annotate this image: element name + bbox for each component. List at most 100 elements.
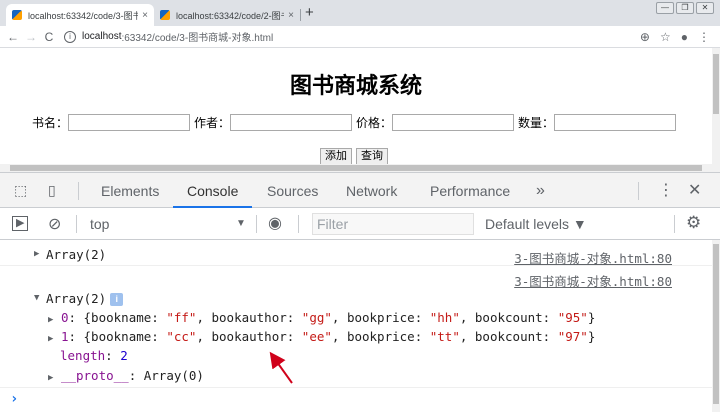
form-buttons: 添加 查询 — [320, 148, 388, 165]
scroll-thumb[interactable] — [713, 54, 719, 114]
expand-triangle-icon[interactable]: ▶ — [34, 249, 39, 259]
bookprice-input[interactable] — [392, 114, 514, 131]
item-index: 1 — [60, 329, 69, 344]
console-output: ▶ Array(2) 3-图书商城-对象.html:80 3-图书商城-对象.h… — [0, 240, 712, 412]
browser-toolbar: ← → C i localhost:63342/code/3-图书商城-对象.h… — [0, 26, 720, 48]
page-title: 图书商城系统 — [289, 74, 422, 99]
favicon-icon — [160, 10, 170, 20]
forward-button[interactable]: → — [22, 30, 40, 44]
bookauthor-label: 作者： — [194, 116, 231, 130]
bookcount-value: "95" — [557, 310, 588, 325]
collapse-triangle-icon[interactable]: ▼ — [34, 293, 39, 303]
context-selector[interactable]: top — [90, 208, 109, 240]
console-vertical-scrollbar[interactable] — [712, 240, 720, 412]
query-button[interactable]: 查询 — [356, 148, 388, 165]
address-bar[interactable]: i localhost:63342/code/3-图书商城-对象.html — [64, 27, 640, 47]
inspect-element-icon[interactable]: ⬚ — [14, 182, 27, 199]
devtools-tabbar: ⬚ ▯ Elements Console Sources Network Per… — [0, 172, 720, 208]
tab-title: localhost:63342/code/3-图书商 — [28, 10, 139, 21]
back-button[interactable]: ← — [4, 30, 22, 44]
expand-triangle-icon[interactable]: ▶ — [48, 373, 53, 383]
bookmark-star-icon[interactable]: ☆ — [660, 30, 671, 44]
browser-menu-icon[interactable]: ⋮ — [698, 30, 710, 44]
bookname-input[interactable] — [68, 114, 190, 131]
bookname-value: "cc" — [166, 329, 197, 344]
console-message: 3-图书商城-对象.html:80 — [0, 267, 712, 289]
bookname-label: 书名： — [32, 116, 69, 130]
page-vertical-scrollbar[interactable] — [712, 48, 720, 164]
bookcount-input[interactable] — [554, 114, 676, 131]
array-item[interactable]: ▶ 0: {bookname: "ff", bookauthor: "gg", … — [48, 310, 595, 325]
scroll-thumb[interactable] — [10, 165, 702, 171]
browser-tab-active[interactable]: localhost:63342/code/3-图书商 × — [6, 4, 154, 26]
devtools-menu-icon[interactable]: ⋮ — [658, 180, 674, 200]
add-button[interactable]: 添加 — [320, 148, 352, 165]
tab-sources[interactable]: Sources — [267, 173, 318, 208]
length-property: length: 2 — [60, 348, 128, 363]
page-viewport: 图书商城系统 书名： 作者： 价格： 数量： 添加 查询 — [0, 48, 712, 165]
tab-elements[interactable]: Elements — [101, 173, 159, 208]
reload-button[interactable]: C — [40, 30, 58, 44]
maximize-button[interactable]: ❐ — [676, 2, 694, 14]
zoom-icon[interactable]: ⊕ — [640, 30, 650, 44]
favicon-icon — [12, 10, 22, 20]
array-item[interactable]: ▶ 1: {bookname: "cc", bookauthor: "ee", … — [48, 329, 595, 344]
sidebar-toggle-icon[interactable]: ▶ — [12, 216, 29, 231]
bookprice-value: "hh" — [429, 310, 460, 325]
console-prompt[interactable]: › — [10, 391, 18, 407]
expand-triangle-icon[interactable]: ▶ — [48, 315, 53, 325]
divider — [298, 215, 299, 233]
array-label: Array(2) — [46, 291, 107, 306]
proto-property[interactable]: ▶ __proto__: Array(0) — [48, 368, 204, 383]
divider — [78, 182, 79, 200]
log-levels-dropdown[interactable]: Default levels ▼ — [485, 208, 587, 240]
console-message: ▶ Array(2) 3-图书商城-对象.html:80 — [0, 242, 712, 266]
proto-value: Array(0) — [143, 368, 204, 383]
tab-divider — [300, 9, 301, 21]
length-value: 2 — [120, 348, 128, 363]
book-form: 书名： 作者： 价格： 数量： — [0, 114, 712, 132]
page-horizontal-scrollbar[interactable] — [0, 164, 720, 172]
expand-triangle-icon[interactable]: ▶ — [48, 334, 53, 344]
bookname-value: "ff" — [166, 310, 197, 325]
scroll-thumb[interactable] — [713, 244, 719, 404]
account-icon[interactable]: ● — [681, 30, 688, 44]
tab-performance[interactable]: Performance — [430, 173, 510, 208]
source-link[interactable]: 3-图书商城-对象.html:80 — [514, 248, 672, 267]
chevron-down-icon[interactable]: ▼ — [236, 208, 246, 240]
console-filter-bar: ▶ ⊘ top ▼ ◉ Filter Default levels ▼ ⚙ — [0, 208, 720, 240]
eye-icon[interactable]: ◉ — [268, 213, 282, 233]
info-badge-icon[interactable]: i — [110, 293, 124, 306]
log-value[interactable]: Array(2) — [46, 247, 106, 262]
tab-console[interactable]: Console — [173, 173, 253, 208]
new-tab-button[interactable]: + — [305, 5, 314, 21]
divider — [76, 215, 77, 233]
settings-gear-icon[interactable]: ⚙ — [686, 213, 701, 233]
url-host: localhost — [82, 31, 122, 42]
bookauthor-input[interactable] — [230, 114, 352, 131]
divider — [256, 215, 257, 233]
source-link[interactable]: 3-图书商城-对象.html:80 — [514, 271, 672, 290]
bookcount-label: 数量： — [518, 116, 555, 130]
more-tabs-icon[interactable]: » — [536, 173, 545, 208]
length-key: length — [60, 348, 106, 363]
bookauthor-value: "ee" — [301, 329, 332, 344]
close-window-button[interactable]: ✕ — [696, 2, 714, 14]
bookprice-label: 价格： — [356, 116, 393, 130]
device-toolbar-icon[interactable]: ▯ — [48, 182, 56, 199]
minimize-button[interactable]: — — [656, 2, 674, 14]
tab-network[interactable]: Network — [346, 173, 397, 208]
site-info-icon[interactable]: i — [64, 30, 76, 43]
tab-close-icon[interactable]: × — [288, 10, 294, 21]
window-controls: — ❐ ✕ — [656, 2, 714, 14]
divider — [674, 215, 675, 233]
clear-console-icon[interactable]: ⊘ — [48, 214, 61, 234]
tab-close-icon[interactable]: × — [142, 10, 148, 21]
filter-input[interactable]: Filter — [312, 213, 474, 235]
devtools-close-icon[interactable]: ✕ — [688, 180, 701, 200]
bookcount-value: "97" — [557, 329, 588, 344]
browser-tab[interactable]: localhost:63342/code/2-图书商 × — [154, 4, 300, 26]
url-path: :63342/code/3-图书商城-对象.html — [121, 33, 274, 44]
tab-title: localhost:63342/code/2-图书商 — [176, 10, 284, 21]
bookauthor-value: "gg" — [301, 310, 332, 325]
